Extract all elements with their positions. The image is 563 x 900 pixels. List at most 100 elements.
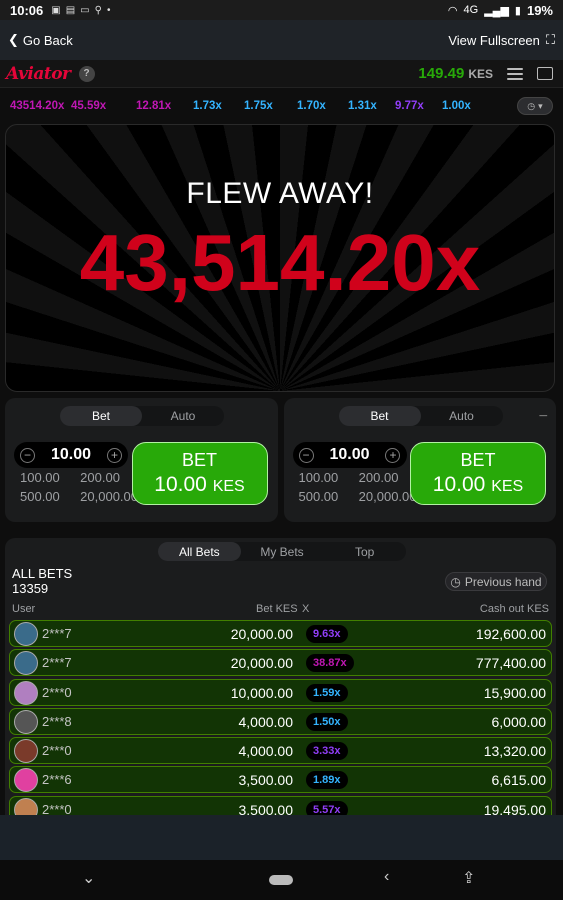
decrease-button[interactable]: −: [298, 447, 314, 463]
bets-panel: All Bets My Bets Top ALL BETS 13359 ◷ Pr…: [5, 538, 556, 815]
message-icon: ▤: [65, 4, 76, 16]
network-label: 4G: [463, 4, 479, 16]
quick-amount-button[interactable]: 500.00: [14, 489, 74, 504]
quick-amount-button[interactable]: 20,000.00: [74, 489, 138, 504]
table-row: 2***0 10,000.00 1.59x 15,900.00: [9, 678, 552, 706]
bet-button[interactable]: BET 10.00 KES: [410, 442, 546, 505]
row-user: 2***8: [42, 713, 72, 729]
tab-auto[interactable]: Auto: [421, 406, 503, 426]
table-row: 2***8 4,000.00 1.50x 6,000.00: [9, 707, 552, 735]
row-multiplier: 1.50x: [306, 712, 348, 731]
bet-button-title: BET: [460, 450, 496, 471]
bet-button-currency: KES: [212, 477, 245, 495]
row-cashout: 192,600.00: [475, 626, 546, 642]
history-multiplier: 1.75x: [244, 100, 273, 112]
aviator-app: Aviator ? 149.49 KES 43514.20x 45.59x 12.81…: [0, 60, 563, 815]
bets-tabs: All Bets My Bets Top: [158, 542, 406, 561]
history-multiplier: 45.59x: [71, 100, 107, 112]
notification-icons: ▣ ▤ ▭ ⚲ •: [51, 5, 110, 16]
table-row: 2***0 3,500.00 5.57x 19,495.00: [9, 795, 552, 815]
tab-bet[interactable]: Bet: [60, 406, 142, 426]
remove-panel-button[interactable]: −: [539, 408, 548, 426]
bet-button[interactable]: BET 10.00 KES: [131, 442, 268, 505]
row-cashout: 777,400.00: [475, 655, 546, 672]
bet-panel-1: Bet Auto − 10.00 + 100.00 200.00 500.00 …: [5, 398, 278, 522]
bet-amount-value[interactable]: 10.00: [329, 446, 369, 464]
history-multiplier: 1.00x: [442, 100, 471, 112]
balance-value: 149.49: [418, 65, 465, 82]
previous-hand-label: Previous hand: [464, 574, 542, 589]
tab-auto[interactable]: Auto: [142, 406, 224, 426]
bet-button-title: BET: [181, 450, 217, 471]
row-user: 2***0: [42, 801, 72, 815]
home-button[interactable]: [269, 875, 293, 885]
location-icon: ⚲: [94, 4, 102, 16]
dot-icon: •: [106, 4, 111, 16]
previous-hand-button[interactable]: ◷ Previous hand: [445, 572, 547, 591]
bet-amount-stepper: − 10.00 +: [14, 442, 128, 468]
row-cashout: 13,320.00: [483, 743, 546, 760]
quick-amount-button[interactable]: 100.00: [14, 470, 74, 485]
tab-my-bets[interactable]: My Bets: [241, 542, 324, 561]
row-bet: 4,000.00: [238, 713, 294, 730]
help-button[interactable]: ?: [78, 65, 95, 82]
quick-amount-button[interactable]: 200.00: [74, 470, 138, 485]
bet-amount-stepper: − 10.00 +: [292, 442, 407, 468]
row-multiplier: 1.59x: [306, 683, 348, 702]
history-multiplier: 1.73x: [193, 100, 222, 112]
row-multiplier: 9.63x: [306, 625, 348, 643]
bet-button-amount-value: 10.00: [154, 472, 207, 496]
row-multiplier: 1.89x: [306, 771, 348, 790]
tab-bet[interactable]: Bet: [338, 406, 421, 426]
avatar: [14, 797, 38, 815]
status-bar: 10:06 ▣ ▤ ▭ ⚲ • ◠ 4G ▂▄▆ ▮ 19%: [0, 0, 563, 20]
back-button[interactable]: ‹: [384, 868, 389, 886]
quick-amount-button[interactable]: 200.00: [353, 470, 417, 485]
tab-top[interactable]: Top: [323, 542, 406, 561]
bet-button-amount-value: 10.00: [432, 472, 486, 496]
all-bets-summary: ALL BETS 13359: [12, 566, 72, 596]
quick-amounts: 100.00 200.00 500.00 20,000.00: [293, 470, 417, 504]
row-user: 2***6: [42, 772, 72, 788]
aviator-logo: Aviator: [6, 63, 71, 84]
bet-mode-tabs: Bet Auto: [60, 406, 224, 426]
quick-amount-button[interactable]: 500.00: [293, 489, 353, 504]
chat-icon[interactable]: [537, 67, 553, 80]
row-bet: 3,500.00: [238, 772, 294, 789]
bet-button-amount: 10.00 KES: [433, 472, 523, 497]
bet-amount-value[interactable]: 10.00: [51, 446, 91, 464]
row-multiplier: 38.87x: [306, 654, 354, 673]
history-dropdown-icon: ▾: [538, 100, 543, 111]
view-fullscreen-button[interactable]: View Fullscreen ⛶: [448, 32, 555, 48]
row-user: 2***0: [42, 743, 72, 759]
tab-all-bets[interactable]: All Bets: [158, 542, 241, 561]
table-row: 2***6 3,500.00 1.89x 6,615.00: [9, 766, 552, 794]
history-multiplier: 1.31x: [348, 100, 377, 112]
keyboard-hide-icon[interactable]: ⇪: [462, 868, 475, 888]
quick-amount-button[interactable]: 100.00: [293, 470, 353, 485]
menu-icon[interactable]: [507, 67, 523, 80]
multiplier-history: 43514.20x 45.59x 12.81x 1.73x 1.75x 1.70x 1.31…: [0, 88, 563, 124]
chevron-down-icon[interactable]: ⌄: [82, 868, 95, 888]
history-toggle-button[interactable]: ◷ ▾: [517, 97, 553, 115]
increase-button[interactable]: +: [385, 447, 401, 463]
decrease-button[interactable]: −: [20, 447, 35, 463]
game-header: Aviator ? 149.49 KES: [0, 60, 563, 88]
increase-button[interactable]: +: [106, 447, 122, 463]
quick-amounts: 100.00 200.00 500.00 20,000.00: [14, 470, 138, 504]
go-back-label: Go Back: [22, 32, 73, 48]
history-multiplier: 1.70x: [297, 100, 326, 112]
row-user: 2***0: [42, 684, 72, 700]
status-time: 10:06: [10, 2, 44, 18]
bet-button-currency: KES: [491, 477, 524, 495]
row-multiplier: 5.57x: [306, 800, 348, 815]
row-bet: 3,500.00: [238, 801, 294, 815]
folder-icon: ▭: [80, 4, 90, 16]
row-user: 2***7: [42, 626, 72, 641]
quick-amount-button[interactable]: 20,000.00: [353, 489, 417, 504]
history-icon: ◷: [450, 574, 461, 589]
column-bet: Bet KES: [256, 603, 298, 615]
bet-panel-2: Bet Auto − − 10.00 + 100.00 200.00 500.0…: [283, 398, 556, 522]
go-back-button[interactable]: ❮ Go Back: [8, 32, 73, 48]
table-row: 2***0 4,000.00 3.33x 13,320.00: [9, 737, 552, 765]
